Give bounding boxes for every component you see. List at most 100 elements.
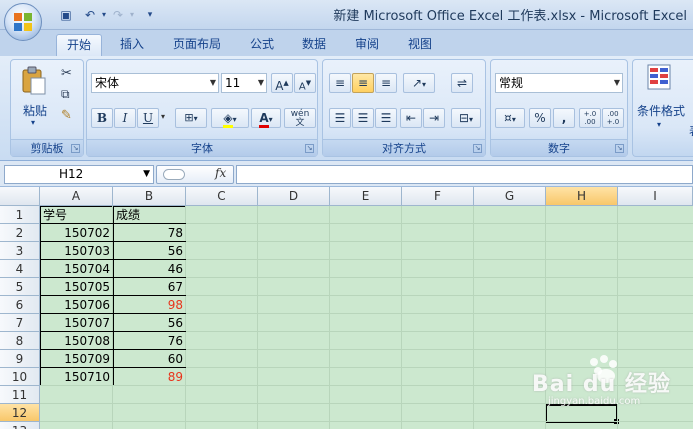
underline-dropdown-icon[interactable]: ▾ <box>161 112 165 121</box>
name-box[interactable]: H12 ▼ <box>4 165 154 184</box>
align-left-button[interactable]: ☰ <box>329 108 351 128</box>
paste-button[interactable]: 粘贴 <box>23 102 47 119</box>
top-align-button[interactable]: ≡ <box>329 73 351 93</box>
middle-align-button[interactable]: ≡ <box>352 73 374 93</box>
row-header-1[interactable]: 1 <box>0 206 40 224</box>
column-header-d[interactable]: D <box>258 187 330 206</box>
italic-button[interactable]: I <box>114 108 136 128</box>
insert-function-icon[interactable]: fx <box>215 166 226 180</box>
clipboard-launcher-icon[interactable]: ↘ <box>71 144 80 153</box>
row-header-13[interactable]: 13 <box>0 422 40 429</box>
font-size-select[interactable]: 11 ▼ <box>221 73 267 93</box>
underline-button[interactable]: U <box>137 108 159 128</box>
tab-formulas[interactable]: 公式 <box>240 34 284 56</box>
tab-view[interactable]: 视图 <box>398 34 442 56</box>
paste-dropdown-icon[interactable]: ▾ <box>31 118 35 127</box>
cell-student-id[interactable]: 150705 <box>40 278 113 296</box>
paste-icon[interactable] <box>21 66 47 96</box>
bold-button[interactable]: B <box>91 108 113 128</box>
comma-button[interactable]: , <box>553 108 575 128</box>
tab-home[interactable]: 开始 <box>56 34 103 56</box>
shrink-font-button[interactable]: A▼ <box>294 73 316 93</box>
column-header-e[interactable]: E <box>330 187 402 206</box>
border-button[interactable]: ⊞▾ <box>175 108 207 128</box>
row-header-3[interactable]: 3 <box>0 242 40 260</box>
orientation-button[interactable]: ↗▾ <box>403 73 435 93</box>
cell-student-id[interactable]: 150710 <box>40 368 113 386</box>
row-header-7[interactable]: 7 <box>0 314 40 332</box>
format-as-table-partial[interactable]: 表 <box>689 122 693 139</box>
row-header-10[interactable]: 10 <box>0 368 40 386</box>
column-header-f[interactable]: F <box>402 187 474 206</box>
cut-icon[interactable]: ✂ <box>61 66 72 81</box>
wrap-text-button[interactable]: ⇌ <box>451 73 473 93</box>
row-header-8[interactable]: 8 <box>0 332 40 350</box>
column-header-c[interactable]: C <box>186 187 258 206</box>
cell-score[interactable]: 98 <box>113 296 186 314</box>
cell-score[interactable]: 56 <box>113 314 186 332</box>
font-name-select[interactable]: 宋体 ▼ <box>91 73 219 93</box>
decrease-indent-button[interactable]: ⇤ <box>400 108 422 128</box>
conditional-format-button[interactable]: 条件格式 <box>637 102 685 119</box>
column-header-b[interactable]: B <box>113 187 186 206</box>
cell-score[interactable]: 46 <box>113 260 186 278</box>
row-header-11[interactable]: 11 <box>0 386 40 404</box>
tab-review[interactable]: 审阅 <box>345 34 389 56</box>
header-cell-student-id[interactable]: 学号 <box>40 206 113 224</box>
row-header-12[interactable]: 12 <box>0 404 40 422</box>
cell-score[interactable]: 56 <box>113 242 186 260</box>
cell-score[interactable]: 78 <box>113 224 186 242</box>
select-all-corner[interactable] <box>0 187 40 206</box>
tab-data[interactable]: 数据 <box>292 34 336 56</box>
customize-toolbar-icon[interactable]: ▾ <box>142 7 158 23</box>
row-header-4[interactable]: 4 <box>0 260 40 278</box>
copy-icon[interactable]: ⧉ <box>61 87 70 102</box>
header-cell-score[interactable]: 成绩 <box>113 206 186 224</box>
cell-score[interactable]: 76 <box>113 332 186 350</box>
cell-student-id[interactable]: 150707 <box>40 314 113 332</box>
column-header-a[interactable]: A <box>40 187 113 206</box>
column-header-g[interactable]: G <box>474 187 546 206</box>
increase-indent-button[interactable]: ⇥ <box>423 108 445 128</box>
chevron-down-icon[interactable]: ▼ <box>143 166 150 183</box>
align-right-button[interactable]: ☰ <box>375 108 397 128</box>
cell-score[interactable]: 67 <box>113 278 186 296</box>
row-header-5[interactable]: 5 <box>0 278 40 296</box>
cell-student-id[interactable]: 150702 <box>40 224 113 242</box>
row-header-2[interactable]: 2 <box>0 224 40 242</box>
column-header-i[interactable]: I <box>618 187 693 206</box>
accounting-format-button[interactable]: ¤▾ <box>495 108 525 128</box>
tab-insert[interactable]: 插入 <box>110 34 154 56</box>
chevron-down-icon[interactable]: ▾ <box>657 120 661 129</box>
redo-dropdown-icon[interactable]: ▾ <box>124 7 140 23</box>
phonetic-button[interactable]: wén 文 <box>284 108 316 128</box>
number-launcher-icon[interactable]: ↘ <box>615 144 624 153</box>
column-header-h[interactable]: H <box>546 187 618 206</box>
conditional-format-icon[interactable] <box>647 64 671 90</box>
cell-score[interactable]: 89 <box>113 368 186 386</box>
font-launcher-icon[interactable]: ↘ <box>305 144 314 153</box>
cell-student-id[interactable]: 150704 <box>40 260 113 278</box>
cell-student-id[interactable]: 150703 <box>40 242 113 260</box>
grow-font-button[interactable]: A▲ <box>271 73 293 93</box>
alignment-launcher-icon[interactable]: ↘ <box>473 144 482 153</box>
percent-button[interactable]: % <box>529 108 551 128</box>
decrease-decimal-button[interactable]: .00 +.0 <box>602 108 624 128</box>
tab-page-layout[interactable]: 页面布局 <box>163 34 231 56</box>
bottom-align-button[interactable]: ≡ <box>375 73 397 93</box>
increase-decimal-button[interactable]: +.0 .00 <box>579 108 601 128</box>
font-color-button[interactable]: A▾ <box>251 108 281 128</box>
cell-score[interactable]: 60 <box>113 350 186 368</box>
formula-bar-splitter[interactable] <box>163 169 185 180</box>
office-button[interactable] <box>4 3 42 41</box>
fill-color-button[interactable]: ◈▾ <box>211 108 249 128</box>
merge-center-button[interactable]: ⊟▾ <box>451 108 481 128</box>
cell-student-id[interactable]: 150709 <box>40 350 113 368</box>
cell-student-id[interactable]: 150708 <box>40 332 113 350</box>
format-painter-icon[interactable]: ✎ <box>61 108 72 123</box>
row-header-9[interactable]: 9 <box>0 350 40 368</box>
align-center-button[interactable]: ☰ <box>352 108 374 128</box>
row-header-6[interactable]: 6 <box>0 296 40 314</box>
number-format-select[interactable]: 常规 ▼ <box>495 73 623 93</box>
formula-input[interactable] <box>236 165 693 184</box>
